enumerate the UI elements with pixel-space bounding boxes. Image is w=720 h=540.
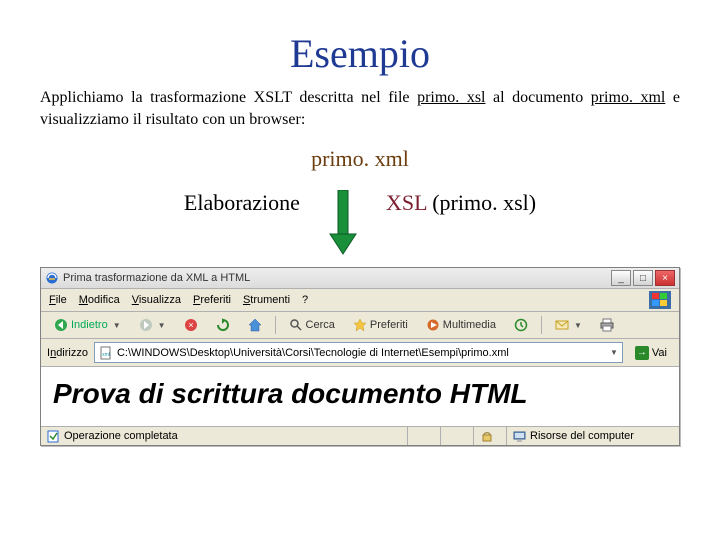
slide-title: Esempio [40,30,680,77]
svg-text:xml: xml [102,352,110,358]
dropdown-icon[interactable]: ▼ [610,348,618,357]
mail-button[interactable]: ▼ [548,315,589,335]
window-maximize-button[interactable]: □ [633,270,653,286]
input-file-label: primo. xml [40,146,680,172]
link-primo-xml[interactable]: primo. xml [591,89,666,106]
favorites-button[interactable]: Preferiti [346,315,415,335]
stop-icon: × [184,318,198,332]
status-zone-text: Risorse del computer [530,430,634,442]
menu-strumenti[interactable]: Strumenti [243,294,290,306]
window-close-button[interactable]: × [655,270,675,286]
toolbar: Indietro ▼ ▼ × [41,312,679,339]
refresh-button[interactable] [209,315,237,335]
forward-button[interactable]: ▼ [132,315,173,335]
print-icon [600,318,614,332]
home-button[interactable] [241,315,269,335]
xsl-file-label: (primo. xsl) [432,190,536,215]
stop-button[interactable]: × [177,315,205,335]
menu-help[interactable]: ? [302,294,308,306]
dropdown-icon: ▼ [113,321,121,330]
multimedia-label: Multimedia [443,319,496,331]
xml-file-icon: xml [99,346,113,360]
go-arrow-icon: → [635,346,649,360]
page-heading: Prova di scrittura documento HTML [53,378,667,410]
menu-preferiti[interactable]: Preferiti [193,294,231,306]
dropdown-icon: ▼ [574,321,582,330]
svg-text:×: × [188,320,193,330]
address-input[interactable]: xml C:\WINDOWS\Desktop\Università\Corsi\… [94,342,623,363]
dropdown-icon: ▼ [158,321,166,330]
status-empty-cell-1 [408,427,441,445]
window-minimize-button[interactable]: _ [611,270,631,286]
window-title: Prima trasformazione da XML a HTML [63,272,250,284]
history-icon [514,318,528,332]
browser-window: Prima trasformazione da XML a HTML _ □ ×… [40,267,680,446]
print-button[interactable] [593,315,621,335]
status-done-text: Operazione completata [64,430,178,442]
menu-visualizza[interactable]: Visualizza [132,294,181,306]
menu-modifica[interactable]: Modifica [79,294,120,306]
home-icon [248,318,262,332]
body-part-1: Applichiamo la trasformazione XSLT descr… [40,89,417,106]
toolbar-separator [541,316,542,334]
forward-arrow-icon [139,318,153,332]
ie-icon [45,271,59,285]
search-icon [289,318,303,332]
window-titlebar: Prima trasformazione da XML a HTML _ □ × [41,268,679,289]
address-value: C:\WINDOWS\Desktop\Università\Corsi\Tecn… [117,347,604,359]
address-bar: Indirizzo xml C:\WINDOWS\Desktop\Univers… [41,339,679,367]
menu-bar: File Modifica Visualizza Preferiti Strum… [41,289,679,312]
multimedia-button[interactable]: Multimedia [419,315,503,335]
computer-icon [513,430,526,443]
go-button[interactable]: → Vai [629,345,673,361]
refresh-icon [216,318,230,332]
link-primo-xsl[interactable]: primo. xsl [417,89,485,106]
status-empty-cell-2 [441,427,474,445]
arrow-down-icon [328,190,358,261]
history-button[interactable] [507,315,535,335]
body-part-2: al documento [485,89,590,106]
status-bar: Operazione completata Risorse del comput… [41,426,679,445]
search-button[interactable]: Cerca [282,315,342,335]
go-label: Vai [652,347,667,359]
page-content: Prova di scrittura documento HTML [41,367,679,426]
address-label: Indirizzo [47,347,88,359]
menu-file[interactable]: File [49,294,67,306]
windows-flag-icon [649,291,671,309]
back-arrow-icon [54,318,68,332]
back-label: Indietro [71,319,108,331]
slide-body: Applichiamo la trasformazione XSLT descr… [40,87,680,130]
xsl-label-group: XSL (primo. xsl) [386,190,536,216]
status-done-cell: Operazione completata [41,427,408,445]
status-lock-cell [474,427,507,445]
mail-icon [555,318,569,332]
back-button[interactable]: Indietro ▼ [47,315,128,335]
star-icon [353,318,367,332]
lock-icon [480,430,493,443]
elaboration-label: Elaborazione [184,190,300,216]
favorites-label: Preferiti [370,319,408,331]
xsl-label: XSL [386,190,427,215]
status-zone-cell: Risorse del computer [507,427,679,445]
media-icon [426,318,440,332]
toolbar-separator [275,316,276,334]
search-label: Cerca [306,319,335,331]
done-icon [47,430,60,443]
